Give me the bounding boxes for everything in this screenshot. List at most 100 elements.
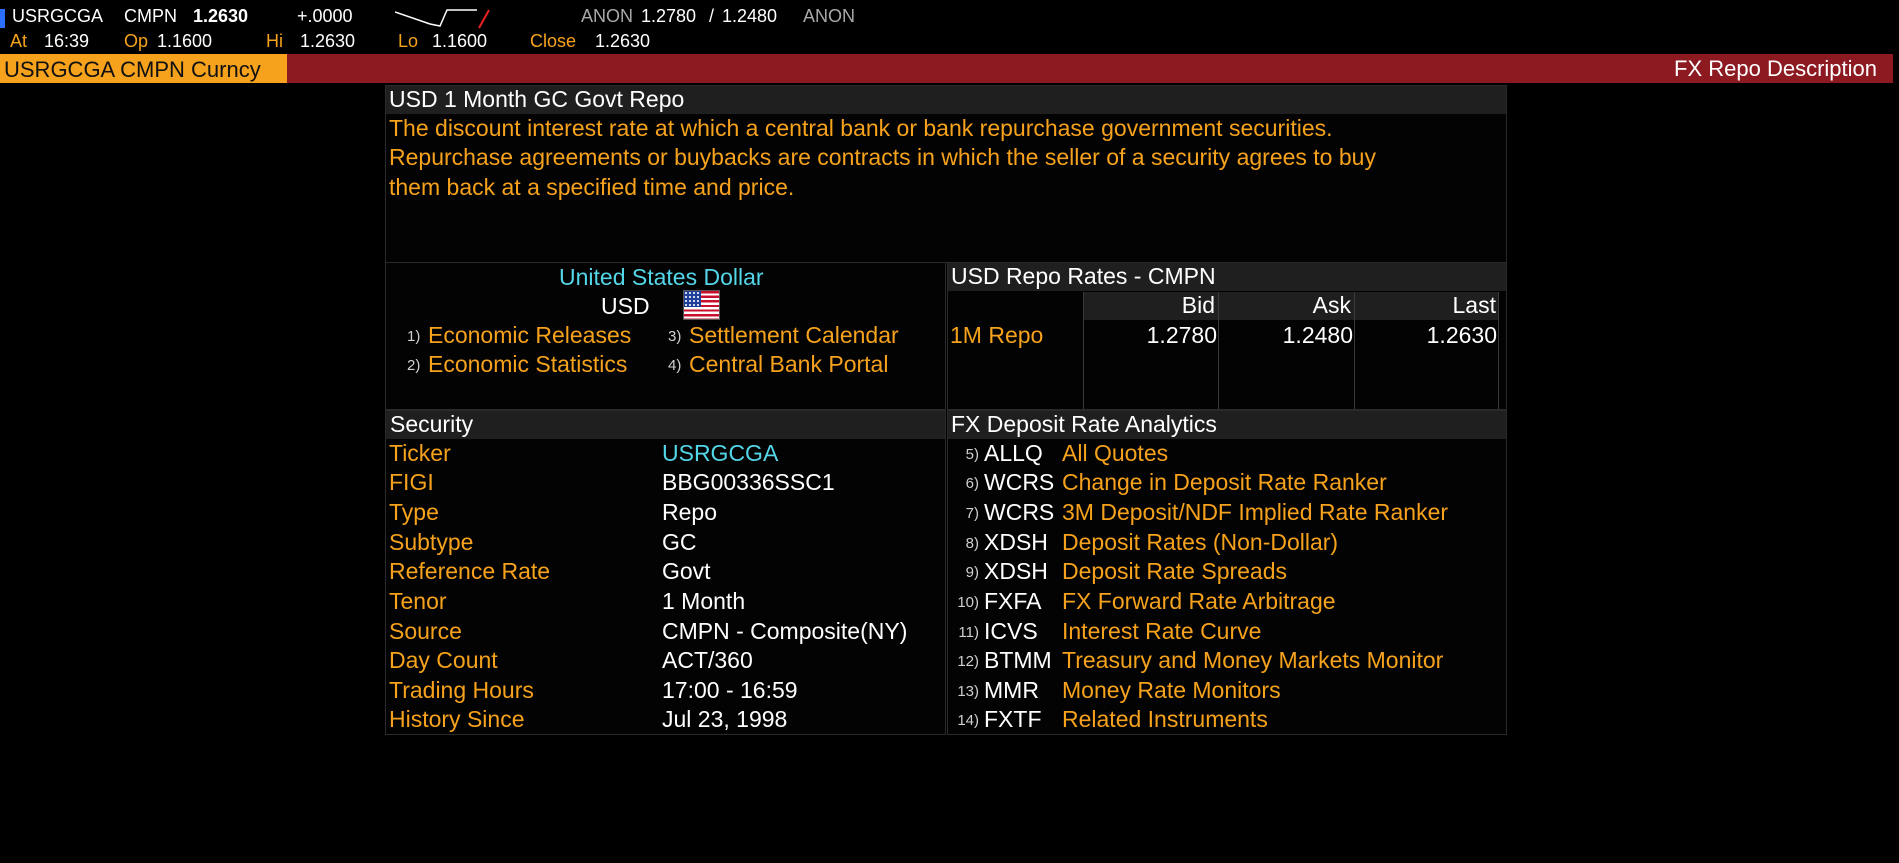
link-economic-releases[interactable]: Economic Releases [428, 322, 631, 349]
function-code[interactable]: FXTF [984, 706, 1042, 733]
item-number: 5) [965, 446, 979, 463]
field-label: Day Count [389, 647, 498, 673]
rate-bid: 1.2780 [1146, 322, 1217, 348]
rate-ask: 1.2480 [1282, 322, 1353, 348]
field-value: 17:00 - 16:59 [662, 677, 798, 703]
column-divider [1498, 292, 1499, 409]
field-value: 1 Month [662, 588, 746, 614]
column-divider [1083, 292, 1084, 409]
link-number: 2) [407, 357, 421, 374]
quote-bid-source: ANON [581, 6, 634, 26]
analytics-link-fx-forward-rate-arbitrage[interactable]: FX Forward Rate Arbitrage [1062, 588, 1336, 615]
column-bid: Bid [1181, 292, 1215, 318]
analytics-link-treasury-money-markets-monitor[interactable]: Treasury and Money Markets Monitor [1062, 647, 1443, 674]
currency-name: United States Dollar [559, 264, 764, 290]
item-number: 8) [965, 535, 979, 552]
sparkline-chart [395, 9, 490, 29]
analytics-title: FX Deposit Rate Analytics [951, 411, 1217, 437]
security-tab[interactable]: USRGCGA CMPN Curncy [0, 54, 287, 83]
at-label: At [10, 31, 28, 51]
field-label: FIGI [389, 469, 434, 495]
column-divider [1354, 292, 1355, 409]
function-code[interactable]: XDSH [984, 529, 1048, 556]
function-code[interactable]: ALLQ [984, 440, 1043, 467]
high-value: 1.2630 [300, 31, 356, 51]
link-central-bank-portal[interactable]: Central Bank Portal [689, 351, 888, 378]
field-label: Reference Rate [389, 558, 551, 584]
field-value: Govt [662, 558, 711, 584]
analytics-link-interest-rate-curve[interactable]: Interest Rate Curve [1062, 618, 1261, 645]
column-divider [1218, 292, 1219, 409]
item-number: 10) [957, 594, 979, 611]
field-label: Trading Hours [389, 677, 534, 703]
field-value: BBG00336SSC1 [662, 469, 835, 495]
open-label: Op [124, 31, 149, 51]
link-settlement-calendar[interactable]: Settlement Calendar [689, 322, 899, 349]
analytics-link-related-instruments[interactable]: Related Instruments [1062, 706, 1268, 733]
description-line: Repurchase agreements or buybacks are co… [389, 144, 1376, 170]
column-ask: Ask [1312, 292, 1351, 318]
quote-ticker[interactable]: USRGCGA [12, 6, 103, 27]
function-code[interactable]: WCRS [984, 469, 1054, 496]
open-value: 1.1600 [157, 31, 213, 51]
link-number: 4) [668, 357, 682, 374]
low-label: Lo [398, 31, 419, 51]
quote-ask: 1.2480 [722, 6, 778, 26]
field-label: History Since [389, 706, 525, 732]
item-number: 7) [965, 505, 979, 522]
description-line: The discount interest rate at which a ce… [389, 115, 1333, 141]
selection-marker [0, 9, 5, 28]
item-number: 9) [965, 564, 979, 581]
quote-bid: 1.2780 [641, 6, 697, 26]
us-flag-icon [683, 290, 720, 320]
at-time: 16:39 [44, 31, 90, 51]
field-label: Ticker [389, 440, 451, 466]
item-number: 13) [957, 683, 979, 700]
field-value: Repo [662, 499, 717, 525]
link-economic-statistics[interactable]: Economic Statistics [428, 351, 627, 378]
analytics-link-deposit-rates-non-dollar[interactable]: Deposit Rates (Non-Dollar) [1062, 529, 1338, 556]
ticker-value[interactable]: USRGCGA [662, 440, 778, 467]
field-value: ACT/360 [662, 647, 753, 673]
item-number: 14) [957, 712, 979, 729]
quote-last: 1.2630 [193, 6, 249, 26]
analytics-link-deposit-rate-spreads[interactable]: Deposit Rate Spreads [1062, 558, 1287, 585]
security-tab-label: USRGCGA CMPN Curncy [4, 57, 261, 82]
rate-last: 1.2630 [1426, 322, 1497, 348]
item-number: 6) [965, 475, 979, 492]
function-code[interactable]: XDSH [984, 558, 1048, 585]
repo-rates-title: USD Repo Rates - CMPN [951, 263, 1216, 289]
currency-code: USD [601, 293, 650, 319]
analytics-link-all-quotes[interactable]: All Quotes [1062, 440, 1168, 467]
item-number: 11) [958, 624, 979, 641]
analytics-link-change-in-deposit-rate-ranker[interactable]: Change in Deposit Rate Ranker [1062, 469, 1387, 496]
field-value: CMPN - Composite(NY) [662, 618, 908, 644]
description-line: them back at a specified time and price. [389, 174, 795, 200]
field-label: Tenor [389, 588, 447, 614]
function-code[interactable]: MMR [984, 677, 1039, 704]
close-label: Close [530, 31, 577, 51]
field-label: Subtype [389, 529, 474, 555]
quote-source: CMPN [124, 6, 177, 26]
link-number: 1) [407, 328, 421, 345]
description-title: USD 1 Month GC Govt Repo [389, 86, 685, 112]
function-title: FX Repo Description [1674, 56, 1877, 81]
rate-row-label[interactable]: 1M Repo [950, 322, 1043, 349]
close-value: 1.2630 [595, 31, 651, 51]
link-number: 3) [668, 328, 682, 345]
field-label: Type [389, 499, 439, 525]
function-code[interactable]: ICVS [984, 618, 1038, 645]
analytics-link-money-rate-monitors[interactable]: Money Rate Monitors [1062, 677, 1281, 704]
low-value: 1.1600 [432, 31, 488, 51]
repo-rates-column-header [1084, 292, 1498, 320]
analytics-link-implied-rate-ranker[interactable]: 3M Deposit/NDF Implied Rate Ranker [1062, 499, 1448, 526]
column-last: Last [1452, 292, 1496, 318]
field-value: GC [662, 529, 697, 555]
quote-change: +.0000 [297, 6, 353, 26]
function-code[interactable]: FXFA [984, 588, 1042, 615]
security-title: Security [390, 411, 474, 437]
function-code[interactable]: WCRS [984, 499, 1054, 526]
function-code[interactable]: BTMM [984, 647, 1052, 674]
quote-ask-source: ANON [803, 6, 856, 26]
high-label: Hi [266, 31, 283, 51]
